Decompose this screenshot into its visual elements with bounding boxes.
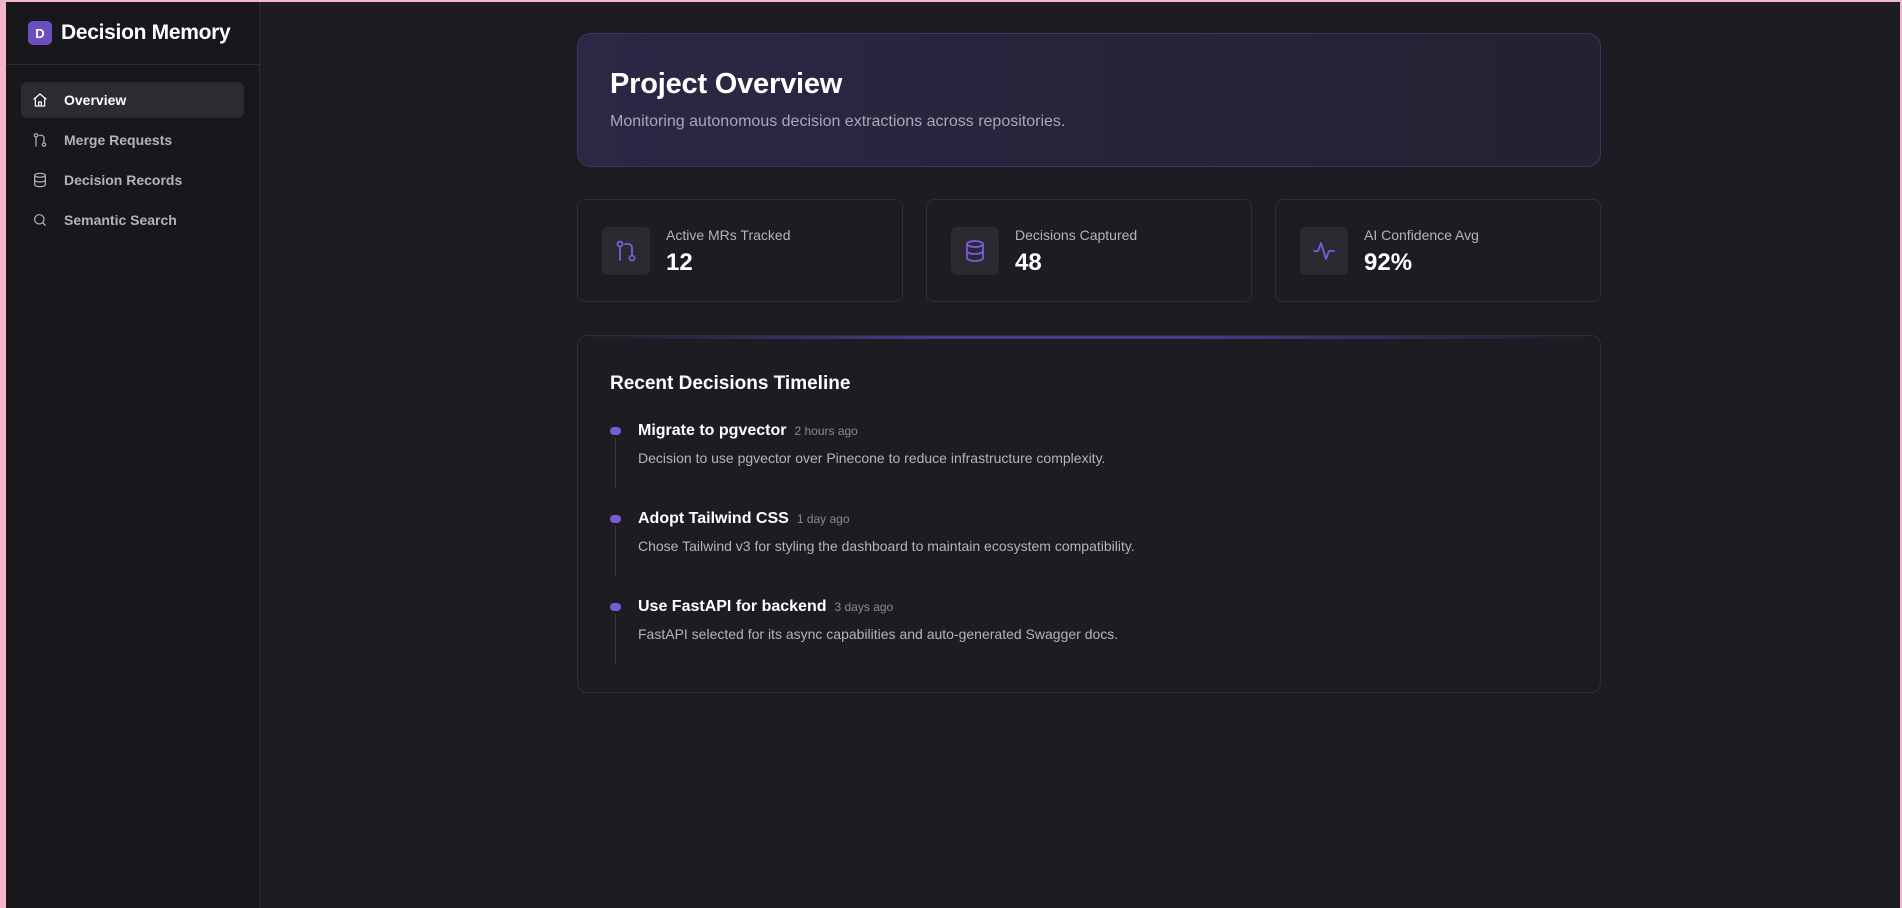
stat-value: 48 bbox=[1015, 249, 1042, 276]
sidebar: D Decision Memory Overview Merge Request… bbox=[6, 2, 260, 908]
timeline-item[interactable]: Migrate to pgvector 2 hours ago Decision… bbox=[610, 422, 1570, 510]
timeline-title: Recent Decisions Timeline bbox=[610, 373, 851, 394]
decision-timestamp: 2 hours ago bbox=[794, 424, 858, 438]
decision-description: Decision to use pgvector over Pinecone t… bbox=[638, 450, 1106, 466]
brand-name: Decision Memory bbox=[61, 21, 231, 44]
sidebar-item-label: Overview bbox=[64, 92, 127, 108]
stat-label: AI Confidence Avg bbox=[1364, 227, 1479, 243]
decision-title: Adopt Tailwind CSS bbox=[638, 510, 789, 527]
sidebar-item-decision-records[interactable]: Decision Records bbox=[21, 162, 244, 198]
stat-value: 12 bbox=[666, 249, 693, 276]
decision-title: Migrate to pgvector bbox=[638, 422, 787, 439]
timeline-connector bbox=[615, 438, 616, 488]
recent-decisions-card: Recent Decisions Timeline Migrate to pgv… bbox=[577, 335, 1601, 693]
stat-card-decisions-captured: Decisions Captured 48 bbox=[926, 199, 1252, 302]
brand[interactable]: D Decision Memory bbox=[6, 2, 259, 65]
stat-value: 92% bbox=[1364, 249, 1413, 276]
timeline-item[interactable]: Adopt Tailwind CSS 1 day ago Chose Tailw… bbox=[610, 510, 1570, 598]
git-merge-icon bbox=[32, 132, 48, 148]
activity-icon bbox=[1300, 227, 1348, 275]
decision-description: Chose Tailwind v3 for styling the dashbo… bbox=[638, 538, 1135, 554]
stat-label: Active MRs Tracked bbox=[666, 227, 791, 243]
home-icon bbox=[32, 92, 48, 108]
search-icon bbox=[32, 212, 48, 228]
page-subtitle: Monitoring autonomous decision extractio… bbox=[610, 113, 1066, 130]
stats-row: Active MRs Tracked 12 Decisions Captured… bbox=[577, 199, 1601, 302]
sidebar-item-label: Decision Records bbox=[64, 172, 183, 188]
sidebar-item-merge-requests[interactable]: Merge Requests bbox=[21, 122, 244, 158]
timeline-connector bbox=[615, 526, 616, 576]
app-window: D Decision Memory Overview Merge Request… bbox=[0, 0, 1902, 908]
decision-timestamp: 3 days ago bbox=[834, 600, 894, 614]
timeline-dot bbox=[610, 515, 621, 523]
timeline-list: Migrate to pgvector 2 hours ago Decision… bbox=[610, 422, 1570, 686]
decision-description: FastAPI selected for its async capabilit… bbox=[638, 626, 1119, 642]
decision-title: Use FastAPI for backend bbox=[638, 598, 827, 615]
decision-timestamp: 1 day ago bbox=[796, 512, 850, 526]
card-accent-bar bbox=[578, 336, 1600, 339]
sidebar-item-overview[interactable]: Overview bbox=[21, 82, 244, 118]
stat-label: Decisions Captured bbox=[1015, 227, 1138, 243]
database-icon bbox=[32, 172, 48, 188]
git-merge-icon bbox=[602, 227, 650, 275]
database-icon bbox=[951, 227, 999, 275]
stat-card-ai-confidence: AI Confidence Avg 92% bbox=[1275, 199, 1601, 302]
timeline-connector bbox=[615, 614, 616, 664]
project-overview-banner: Project Overview Monitoring autonomous d… bbox=[577, 33, 1601, 167]
sidebar-item-label: Semantic Search bbox=[64, 212, 177, 228]
timeline-dot bbox=[610, 427, 621, 435]
sidebar-item-label: Merge Requests bbox=[64, 132, 173, 148]
sidebar-nav: Overview Merge Requests Decision Records… bbox=[6, 65, 259, 238]
timeline-item[interactable]: Use FastAPI for backend 3 days ago FastA… bbox=[610, 598, 1570, 686]
page-title: Project Overview bbox=[610, 68, 843, 100]
stat-card-active-mrs: Active MRs Tracked 12 bbox=[577, 199, 903, 302]
brand-logo: D bbox=[28, 21, 52, 45]
timeline-dot bbox=[610, 603, 621, 611]
sidebar-item-semantic-search[interactable]: Semantic Search bbox=[21, 202, 244, 238]
main-content: Project Overview Monitoring autonomous d… bbox=[261, 2, 1900, 908]
